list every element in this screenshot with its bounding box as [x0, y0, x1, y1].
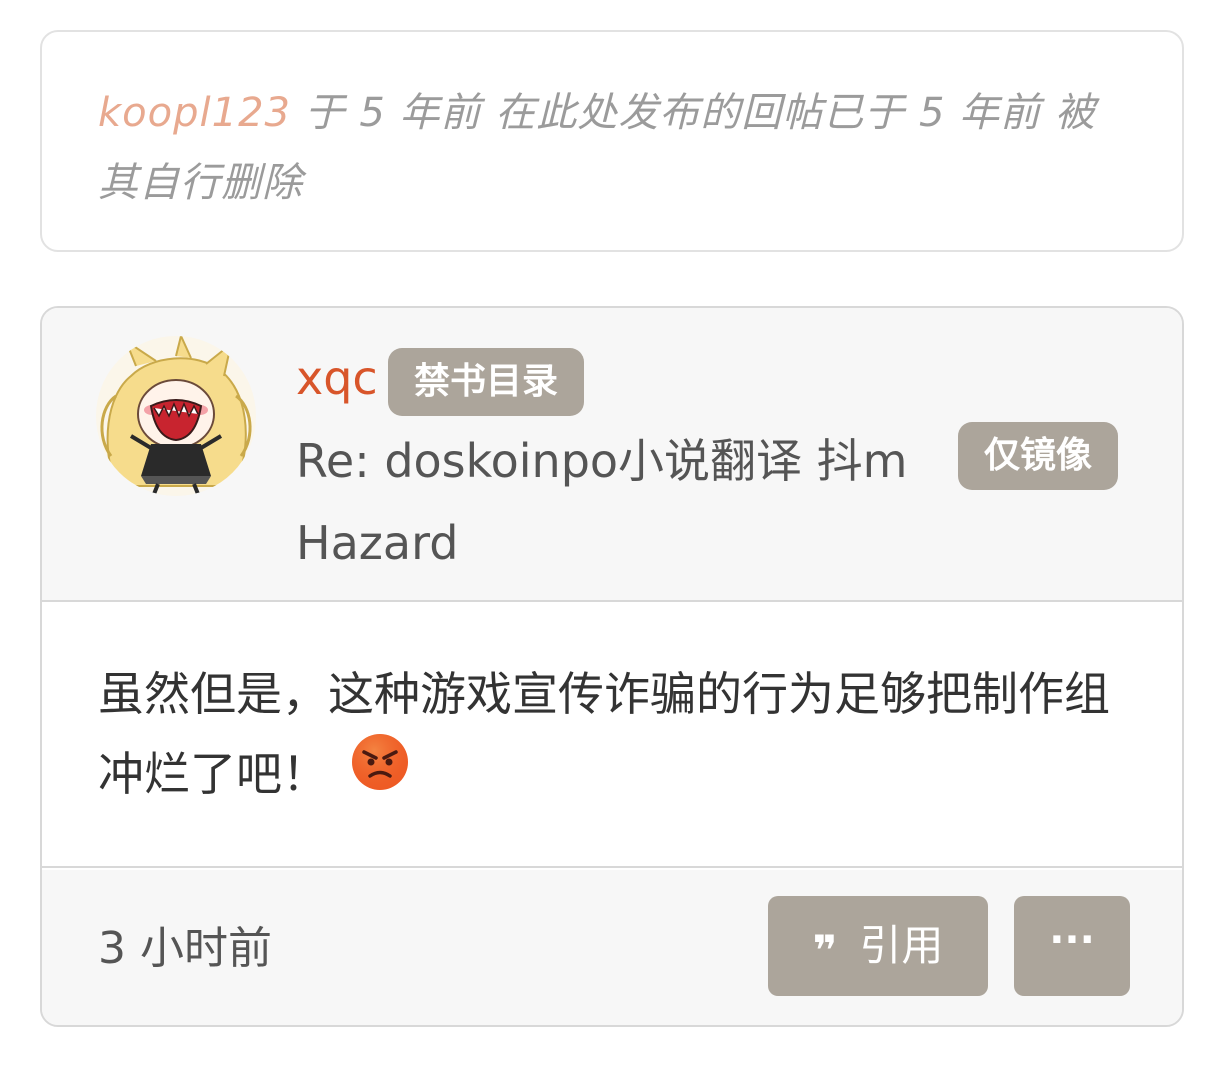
quote-button-label: 引用	[859, 921, 944, 970]
post-timestamp[interactable]: 3 小时前	[98, 914, 272, 984]
avatar[interactable]	[96, 336, 256, 496]
mirror-only-badge: 仅镜像	[958, 422, 1119, 490]
deleted-reply-notice: koopl123 于 5 年前 在此处发布的回帖已于 5 年前 被其自行删除	[40, 30, 1184, 252]
post-footer: 3 小时前 ❞ 引用 ···	[42, 870, 1182, 1025]
post-card: xqc 禁书目录 Re: doskoinpo小说翻译 抖m Hazard 仅镜像…	[40, 306, 1184, 1027]
post-header: xqc 禁书目录 Re: doskoinpo小说翻译 抖m Hazard 仅镜像	[42, 308, 1182, 602]
post-body: 虽然但是，这种游戏宣传诈骗的行为足够把制作组冲烂了吧！	[42, 604, 1182, 868]
group-badge[interactable]: 禁书目录	[388, 348, 585, 416]
angry-face-icon	[350, 732, 410, 816]
post-title[interactable]: Re: doskoinpo小说翻译 抖m Hazard	[296, 420, 956, 584]
quote-icon: ❞	[812, 926, 838, 975]
quote-button[interactable]: ❞ 引用	[768, 896, 988, 996]
deleted-notice-text: koopl123 于 5 年前 在此处发布的回帖已于 5 年前 被其自行删除	[98, 78, 1126, 218]
post-username[interactable]: xqc	[296, 346, 378, 410]
post-body-text: 虽然但是，这种游戏宣传诈骗的行为足够把制作组冲烂了吧！	[98, 667, 1110, 801]
deleted-notice-user-link[interactable]: koopl123	[98, 90, 291, 136]
avatar-illustration	[96, 336, 256, 496]
more-options-button[interactable]: ···	[1014, 896, 1130, 996]
